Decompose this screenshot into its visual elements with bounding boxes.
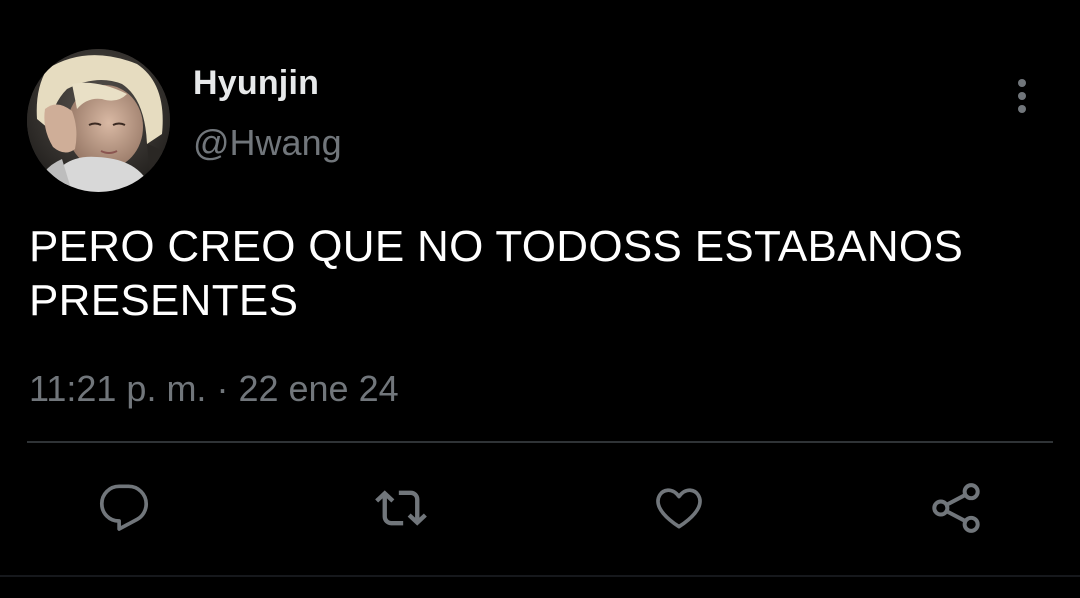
retweet-icon bbox=[375, 490, 427, 526]
meta-separator: · bbox=[216, 368, 229, 409]
more-options-icon[interactable] bbox=[1006, 78, 1038, 114]
reply-button[interactable] bbox=[94, 478, 154, 538]
tweet-timestamp[interactable]: 11:21 p. m. · 22 ene 24 bbox=[29, 368, 399, 410]
like-icon bbox=[656, 488, 702, 529]
share-icon bbox=[932, 483, 980, 533]
retweet-button[interactable] bbox=[371, 478, 431, 538]
tweet-time: 11:21 p. m. bbox=[29, 368, 207, 409]
action-bar bbox=[0, 478, 1080, 542]
bottom-divider bbox=[0, 575, 1080, 577]
share-button[interactable] bbox=[926, 478, 986, 538]
reply-icon bbox=[99, 484, 149, 531]
divider bbox=[27, 441, 1053, 443]
like-button[interactable] bbox=[649, 478, 709, 538]
avatar-image bbox=[27, 49, 170, 192]
tweet-text: PERO CREO QUE NO TODOSS ESTABANOS PRESEN… bbox=[29, 222, 964, 325]
author-name[interactable]: Hyunjin bbox=[193, 64, 319, 103]
avatar[interactable] bbox=[27, 49, 170, 192]
author-handle[interactable]: @Hwang bbox=[193, 122, 342, 164]
tweet-detail: Hyunjin @Hwang PERO CREO QUE NO TODOSS E… bbox=[0, 0, 1080, 598]
tweet-date: 22 ene 24 bbox=[238, 368, 399, 409]
